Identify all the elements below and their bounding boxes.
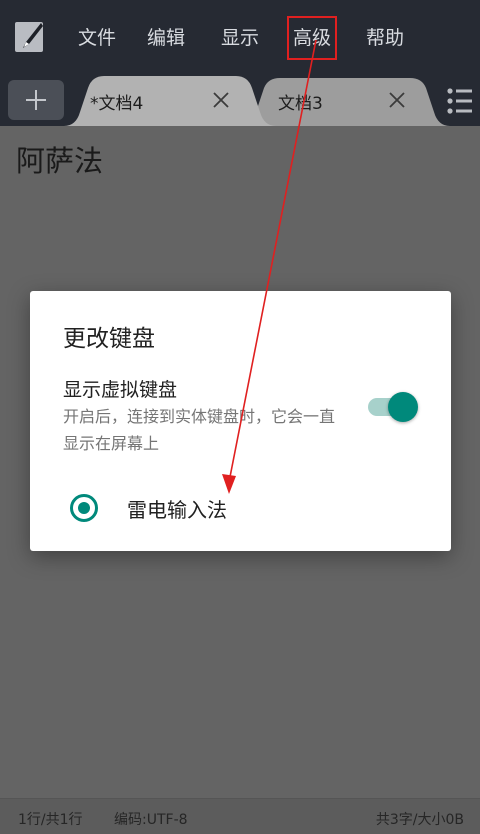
close-icon[interactable] [386,88,408,112]
tab-label: *文档4 [90,94,144,114]
editor-text[interactable]: 阿萨法 [16,138,103,180]
menu-file[interactable]: 文件 [78,22,116,54]
add-tab-button[interactable] [8,80,64,120]
status-size: 共3字/大小0B [375,812,464,828]
setting-title: 显示虚拟键盘 [63,379,178,401]
menu-view[interactable]: 显示 [221,22,259,54]
virtual-keyboard-toggle[interactable] [366,391,418,423]
status-bar: 1行/共1行 编码:UTF-8 共3字/大小0B [0,798,480,834]
close-icon[interactable] [210,88,232,112]
list-menu-icon[interactable] [446,86,474,116]
tab-document-4[interactable]: *文档4 [64,76,276,126]
input-method-option-label[interactable]: 雷电输入法 [127,494,227,523]
dialog-title: 更改键盘 [63,326,155,352]
radio-selected-dot [78,502,90,514]
change-keyboard-dialog: 更改键盘 显示虚拟键盘 开启后，连接到实体键盘时，它会一直显示在屏幕上 雷电输入… [30,291,451,551]
status-encoding: 编码:UTF-8 [114,812,188,828]
menu-help[interactable]: 帮助 [366,22,404,54]
tab-bar: 文档3 *文档4 [0,76,480,126]
setting-description: 开启后，连接到实体键盘时，它会一直显示在屏幕上 [63,407,336,453]
menu-edit[interactable]: 编辑 [147,22,185,54]
toggle-thumb [388,392,418,422]
radio-button[interactable] [70,494,98,522]
menu-advanced[interactable]: 高级 [286,16,338,60]
status-line-count: 1行/共1行 [18,812,83,828]
tab-label: 文档3 [278,94,323,114]
app-logo-icon [15,22,43,52]
menu-bar: 文件 编辑 显示 高级 帮助 [0,0,480,76]
